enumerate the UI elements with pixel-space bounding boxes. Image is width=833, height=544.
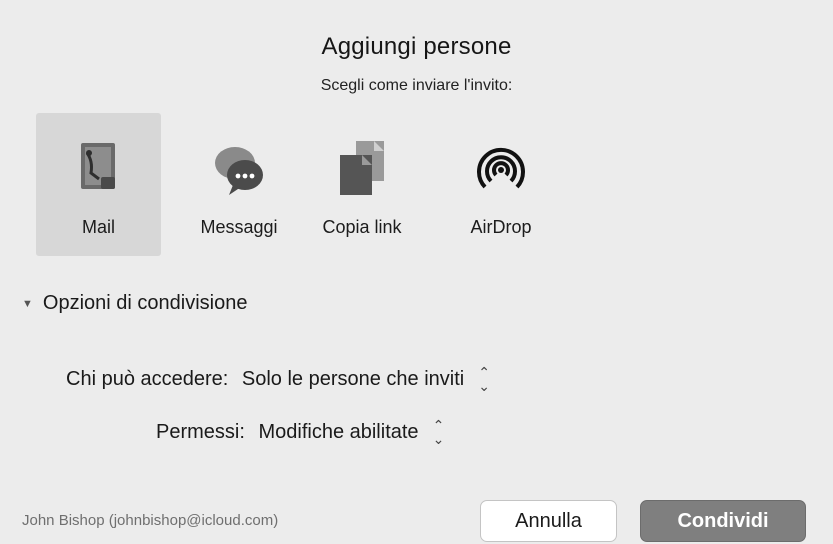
sharing-options-label: Opzioni di condivisione <box>42 292 248 314</box>
account-label: John Bishop (johnbishop@icloud.com) <box>22 512 279 529</box>
dialog-title: Aggiungi persone <box>321 33 512 60</box>
share-button[interactable]: Condividi <box>640 500 806 542</box>
share-method-airdrop[interactable]: AirDrop <box>446 113 556 256</box>
permissions-label: Permessi: <box>156 420 245 443</box>
share-methods: Mail Messaggi Copia link AirDrop <box>36 113 566 256</box>
share-method-messages[interactable]: Messaggi <box>182 113 296 256</box>
access-row: Chi può accedere: Solo le persone che in… <box>66 365 490 393</box>
cancel-button[interactable]: Annulla <box>480 500 617 542</box>
popup-arrows-icon: ⌃ ⌄ <box>478 364 490 394</box>
disclosure-triangle-icon: ▼ <box>22 297 33 310</box>
access-popup[interactable]: Solo le persone che inviti ⌃ ⌄ <box>242 365 490 393</box>
airdrop-icon <box>473 139 529 199</box>
share-method-mail[interactable]: Mail <box>36 113 161 256</box>
dialog-subtitle: Scegli come inviare l'invito: <box>320 77 513 94</box>
share-dialog: Aggiungi persone Scegli come inviare l'i… <box>0 0 833 544</box>
messages-icon <box>211 139 267 199</box>
access-value: Solo le persone che inviti <box>241 367 465 390</box>
permissions-value: Modifiche abilitate <box>258 420 419 443</box>
access-label: Chi può accedere: <box>66 367 229 390</box>
permissions-popup[interactable]: Modifiche abilitate ⌃ ⌄ <box>258 418 444 446</box>
popup-arrows-icon: ⌃ ⌄ <box>432 417 445 447</box>
mail-icon <box>71 139 127 199</box>
share-method-label: Copia link <box>322 217 402 237</box>
share-method-copy-link[interactable]: Copia link <box>306 113 418 256</box>
share-method-label: Messaggi <box>200 217 278 237</box>
copy-link-icon <box>334 139 390 199</box>
share-method-label: AirDrop <box>470 217 532 237</box>
share-method-label: Mail <box>81 217 115 237</box>
sharing-options-disclosure[interactable]: ▼ Opzioni di condivisione <box>22 292 247 315</box>
permissions-row: Permessi: Modifiche abilitate ⌃ ⌄ <box>156 418 444 446</box>
